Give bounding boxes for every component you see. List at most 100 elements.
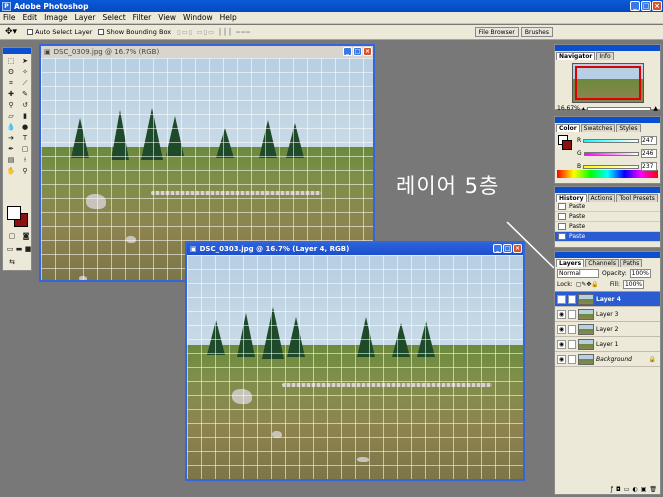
quickmask-mode-icon[interactable]: ◙ [20, 232, 32, 241]
close-button[interactable]: × [363, 47, 372, 56]
tab-tool-presets[interactable]: Tool Presets [616, 194, 658, 202]
history-item[interactable]: Paste [555, 212, 660, 222]
standard-mode-icon[interactable]: ▢ [6, 232, 18, 241]
close-button[interactable]: × [652, 1, 662, 11]
menu-layer[interactable]: Layer [75, 13, 96, 22]
channel-slider[interactable] [583, 164, 639, 169]
pen-tool-icon[interactable]: ✒ [5, 145, 17, 154]
document-title-bar[interactable]: ▣ DSC_0303.jpg @ 16.7% (Layer 4, RGB) _ … [187, 243, 523, 255]
menu-view[interactable]: View [158, 13, 176, 22]
blur-tool-icon[interactable]: 💧 [5, 123, 17, 132]
stamp-tool-icon[interactable]: ⚲ [5, 101, 17, 110]
visibility-eye-icon[interactable]: ◉ [557, 354, 566, 364]
menu-select[interactable]: Select [103, 13, 126, 22]
tab-history[interactable]: History [556, 194, 587, 202]
brush-tool-icon[interactable]: ✎ [19, 90, 31, 99]
history-brush-icon[interactable]: ↺ [19, 101, 31, 110]
menu-edit[interactable]: Edit [23, 13, 38, 22]
brush-link-icon[interactable] [568, 309, 576, 319]
minimize-button[interactable]: _ [493, 244, 502, 253]
type-tool-icon[interactable]: T [19, 134, 31, 143]
notes-tool-icon[interactable]: ▤ [5, 156, 17, 165]
screen-mode-2-icon[interactable]: ▬ [15, 245, 23, 254]
document-window-2[interactable]: ▣ DSC_0303.jpg @ 16.7% (Layer 4, RGB) _ … [185, 241, 525, 481]
new-set-icon[interactable]: ▭ [624, 486, 630, 494]
blend-mode-select[interactable]: Normal [557, 269, 599, 278]
trash-icon[interactable]: 🗑 [649, 486, 657, 494]
fill-input[interactable]: 100% [622, 280, 645, 289]
brush-link-icon[interactable] [568, 294, 576, 304]
tab-color[interactable]: Color [556, 124, 580, 132]
marquee-tool-icon[interactable]: ⬚ [5, 57, 17, 66]
lasso-tool-icon[interactable]: ʘ [5, 68, 17, 77]
auto-select-layer-checkbox[interactable]: Auto Select Layer [27, 28, 92, 36]
channel-slider[interactable] [583, 151, 639, 156]
history-item-selected[interactable]: Paste [555, 232, 660, 242]
screen-mode-3-icon[interactable]: ■ [24, 245, 32, 254]
new-layer-icon[interactable]: ▣ [641, 486, 647, 494]
menu-window[interactable]: Window [183, 13, 213, 22]
layer-row-4[interactable]: ◉ Layer 4 [555, 292, 660, 307]
tab-file-browser[interactable]: File Browser [474, 27, 519, 37]
image-canvas[interactable] [187, 255, 523, 479]
zoom-slider[interactable] [586, 106, 652, 111]
tab-actions[interactable]: Actions [587, 194, 616, 202]
path-select-icon[interactable]: ➔ [5, 134, 17, 143]
brush-link-icon[interactable] [568, 354, 576, 364]
tab-paths[interactable]: Paths [619, 259, 643, 267]
channel-value[interactable]: 237 [641, 162, 657, 171]
maximize-button[interactable]: □ [353, 47, 362, 56]
visibility-eye-icon[interactable]: ◉ [557, 294, 566, 304]
visibility-eye-icon[interactable]: ◉ [557, 339, 566, 349]
tab-swatches[interactable]: Swatches [580, 124, 616, 132]
menu-help[interactable]: Help [220, 13, 237, 22]
zoom-in-icon[interactable]: ▲ [653, 105, 658, 112]
maximize-button[interactable]: □ [503, 244, 512, 253]
channel-slider[interactable] [583, 138, 639, 143]
mask-icon[interactable]: ◘ [616, 486, 621, 494]
history-item[interactable]: Paste [555, 222, 660, 232]
foreground-color-swatch[interactable] [7, 206, 21, 220]
tab-navigator[interactable]: Navigator [556, 52, 596, 60]
eraser-tool-icon[interactable]: ▱ [5, 112, 17, 121]
tab-styles[interactable]: Styles [616, 124, 641, 132]
tab-layers[interactable]: Layers [556, 259, 585, 267]
slice-tool-icon[interactable]: ⟋ [19, 79, 31, 88]
layer-row-2[interactable]: ◉ Layer 2 [555, 322, 660, 337]
minimize-button[interactable]: _ [630, 1, 640, 11]
navigator-thumbnail[interactable] [571, 63, 644, 103]
eyedropper-icon[interactable]: ⟊ [19, 156, 31, 165]
gradient-tool-icon[interactable]: ▮ [19, 112, 31, 121]
visibility-eye-icon[interactable]: ◉ [557, 309, 566, 319]
history-item[interactable]: Paste [555, 202, 660, 212]
menu-image[interactable]: Image [44, 13, 68, 22]
dodge-tool-icon[interactable]: ● [19, 123, 31, 132]
layer-row-3[interactable]: ◉ Layer 3 [555, 307, 660, 322]
show-bounding-box-checkbox[interactable]: Show Bounding Box [98, 28, 171, 36]
hand-tool-icon[interactable]: ✋ [5, 167, 17, 176]
menu-file[interactable]: File [3, 13, 16, 22]
tab-channels[interactable]: Channels [585, 259, 619, 267]
zoom-tool-icon[interactable]: ⚲ [19, 167, 31, 176]
view-box[interactable] [574, 66, 641, 100]
opacity-input[interactable]: 100% [629, 269, 651, 278]
zoom-value[interactable]: 16.67% [557, 105, 580, 112]
close-button[interactable]: × [513, 244, 522, 253]
brush-link-icon[interactable] [568, 324, 576, 334]
screen-mode-1-icon[interactable]: ▭ [6, 245, 14, 254]
layer-row-background[interactable]: ◉ Background 🔒 [555, 352, 660, 367]
channel-value[interactable]: 247 [641, 136, 657, 145]
tab-info[interactable]: Info [596, 52, 614, 60]
document-title-bar[interactable]: ▣ DSC_0309.jpg @ 16.7% (RGB) _ □ × [41, 46, 373, 58]
minimize-button[interactable]: _ [343, 47, 352, 56]
tab-brushes[interactable]: Brushes [520, 27, 553, 37]
crop-tool-icon[interactable]: ⌗ [5, 79, 17, 88]
zoom-out-icon[interactable]: ▴ [582, 105, 585, 112]
layer-style-icon[interactable]: ƒ [611, 486, 613, 494]
brush-link-icon[interactable] [568, 339, 576, 349]
layer-row-1[interactable]: ◉ Layer 1 [555, 337, 660, 352]
visibility-eye-icon[interactable]: ◉ [557, 324, 566, 334]
move-tool-icon[interactable]: ➤ [19, 57, 31, 66]
lock-icons[interactable]: ▢✎✥🔒 [576, 281, 599, 288]
channel-value[interactable]: 246 [641, 149, 657, 158]
